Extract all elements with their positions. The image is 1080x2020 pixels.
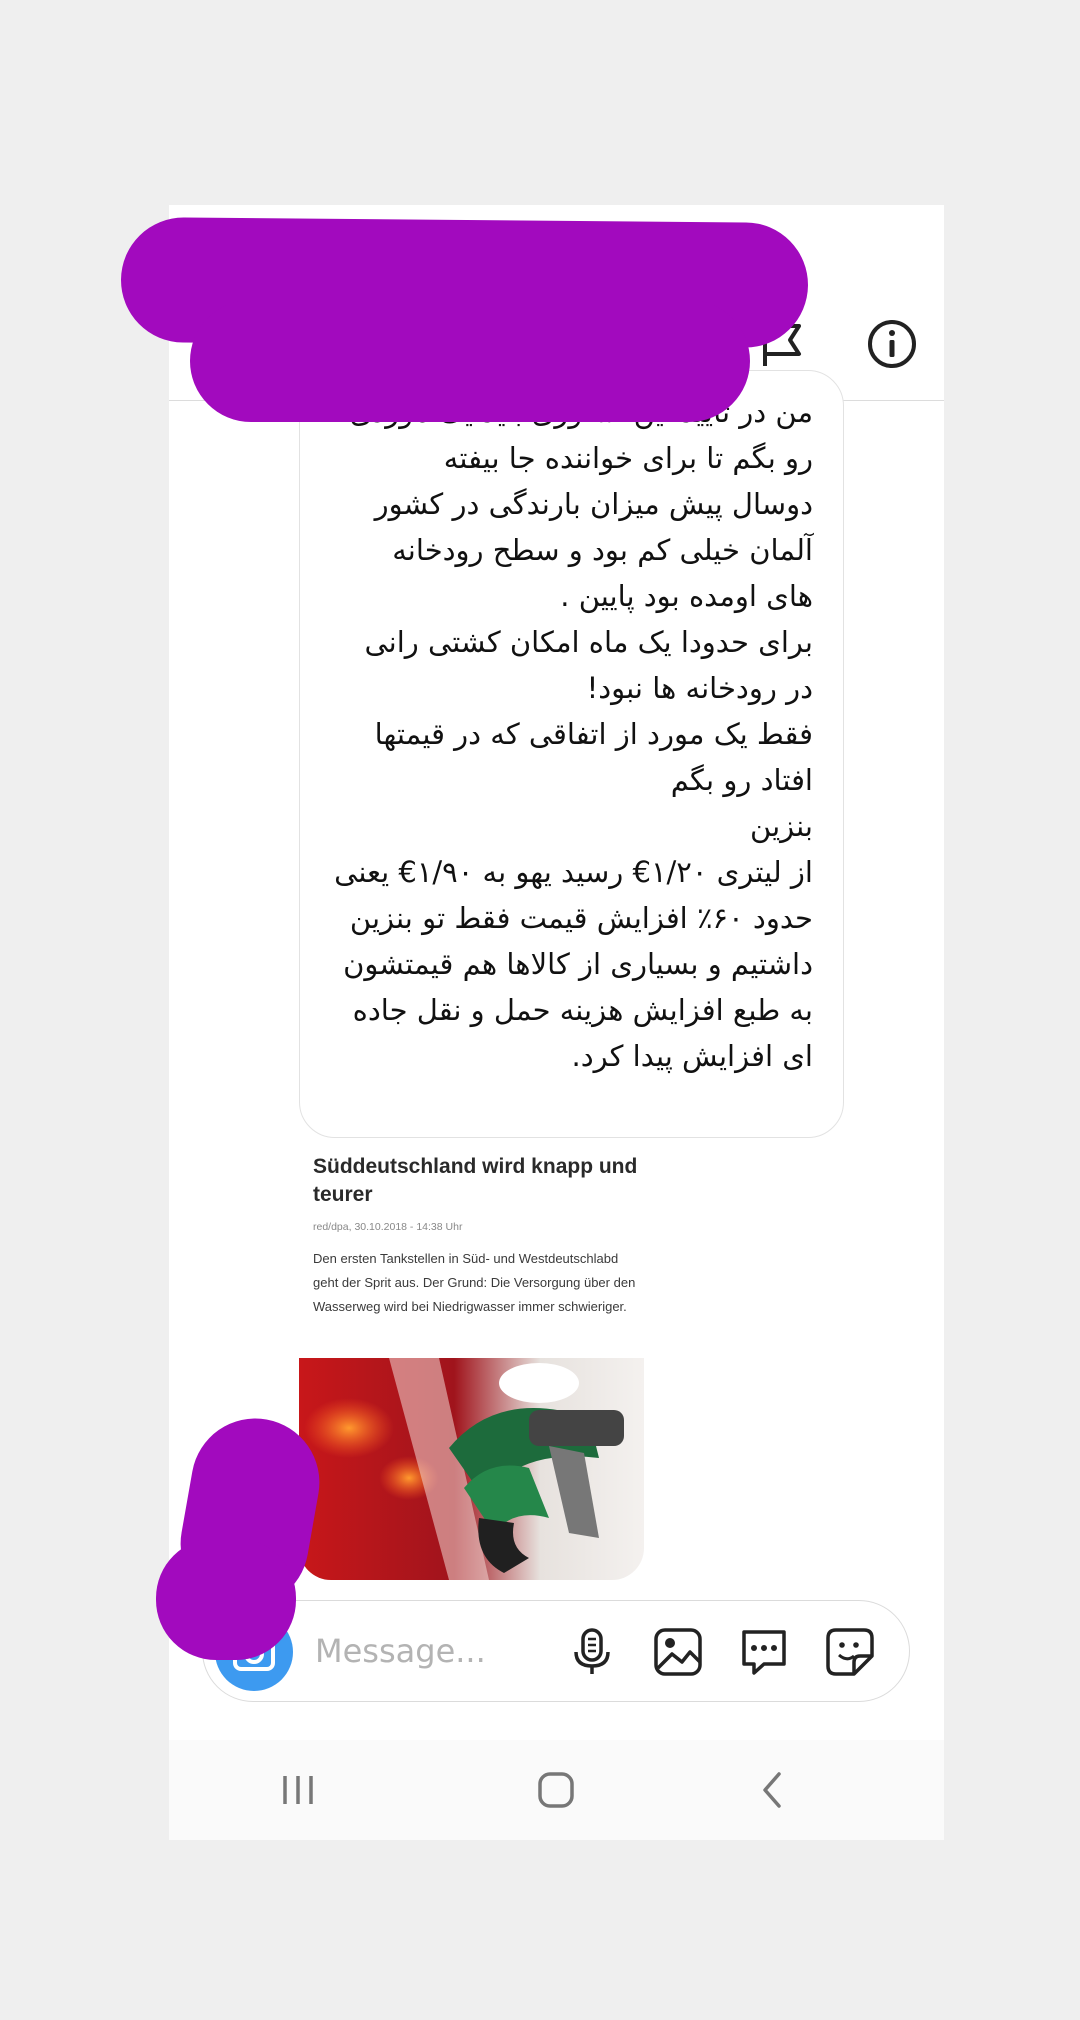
redaction-mark-avatar-lower [156, 1538, 296, 1660]
fuel-nozzle-photo [299, 1358, 644, 1580]
message-line: داشتیم و بسیاری از کالاها هم قیمتشون [343, 947, 813, 981]
sticker-icon[interactable] [824, 1626, 876, 1678]
message-line: رو بگم تا برای خواننده جا بیفته [443, 441, 813, 475]
message-line: های اومده بود پایین . [560, 579, 813, 613]
redaction-mark-top-lower [190, 300, 750, 422]
info-icon[interactable] [866, 318, 918, 370]
article-body: Den ersten Tankstellen in Süd- und Westd… [313, 1251, 636, 1314]
article-headline: Süddeutschland wird knapp und teurer [313, 1155, 638, 1206]
message-line: آلمان خیلی کم بود و سطح رودخانه [392, 533, 813, 567]
message-line: بنزین [750, 809, 813, 843]
message-line: افتاد رو بگم [670, 763, 813, 797]
message-line: از لیتری ۱/۲۰€ رسید یهو به ۱/۹۰€ یعنی [334, 855, 813, 889]
message-input[interactable] [313, 1625, 517, 1677]
home-icon[interactable] [534, 1768, 578, 1812]
message-line: حدود ۶۰٪ افزایش قیمت فقط تو بنزین [349, 901, 813, 935]
chat-icon[interactable] [738, 1626, 790, 1678]
microphone-icon[interactable] [566, 1626, 618, 1678]
recent-apps-icon[interactable] [276, 1768, 320, 1812]
image-icon[interactable] [652, 1626, 704, 1678]
message-line: برای حدودا یک ماه امکان کشتی رانی [364, 625, 814, 659]
message-composer [202, 1600, 910, 1702]
message-line: دوسال پیش میزان بارندگی در کشور [374, 487, 813, 521]
message-line: ای افزایش پیدا کرد. [571, 1039, 813, 1073]
message-text: من در تایید این استوری باید یک موردی رو … [313, 389, 813, 1079]
system-navigation-bar [169, 1740, 944, 1840]
message-line: به طبع افزایش هزینه حمل و نقل جاده [352, 993, 813, 1027]
article-photo-fuel-nozzle[interactable] [299, 1358, 644, 1580]
back-icon[interactable] [751, 1768, 795, 1812]
message-line: فقط یک مورد از اتفاقی که در قیمتها [374, 717, 813, 751]
article-byline: red/dpa, 30.10.2018 - 14:38 Uhr [313, 1221, 463, 1233]
message-line: در رودخانه ها نبود! [586, 671, 813, 705]
message-bubble[interactable]: من در تایید این استوری باید یک موردی رو … [299, 370, 844, 1138]
